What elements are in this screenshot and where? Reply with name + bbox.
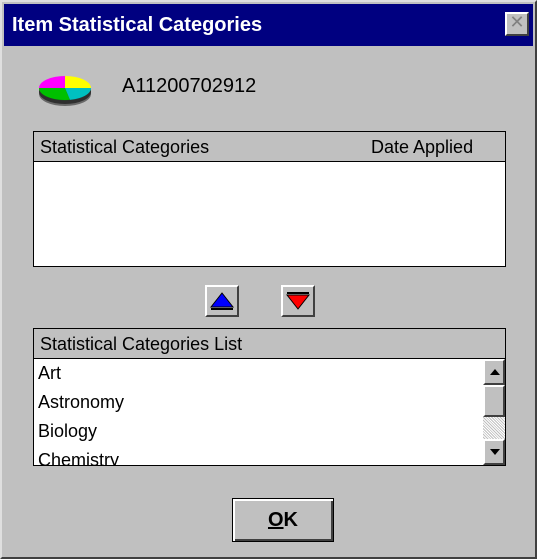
down-arrow-icon bbox=[286, 292, 310, 310]
category-items: Art Astronomy Biology Chemistry bbox=[38, 361, 478, 465]
window-title: Item Statistical Categories bbox=[12, 14, 263, 36]
list-item-astronomy[interactable]: Astronomy bbox=[38, 390, 478, 419]
grid-header: Statistical Categories Date Applied bbox=[34, 132, 505, 162]
scroll-up-icon bbox=[490, 369, 500, 375]
move-up-button[interactable] bbox=[205, 285, 239, 317]
scroll-up-button[interactable] bbox=[483, 359, 505, 385]
title-bar[interactable]: Item Statistical Categories ✕ bbox=[4, 4, 533, 46]
column-header-category[interactable]: Statistical Categories bbox=[40, 136, 209, 158]
item-statistical-categories-dialog: Item Statistical Categories ✕ A112007029… bbox=[0, 0, 537, 559]
move-down-button[interactable] bbox=[281, 285, 315, 317]
list-item-biology[interactable]: Biology bbox=[38, 419, 478, 448]
scroll-down-button[interactable] bbox=[483, 439, 505, 465]
up-arrow-icon bbox=[210, 292, 234, 310]
scroll-down-icon bbox=[490, 449, 500, 455]
list-item-art[interactable]: Art bbox=[38, 361, 478, 390]
list-header-label: Statistical Categories List bbox=[40, 334, 243, 354]
column-header-date-applied[interactable]: Date Applied bbox=[371, 136, 473, 158]
close-button[interactable]: ✕ bbox=[505, 12, 529, 36]
scroll-thumb[interactable] bbox=[483, 385, 505, 417]
scroll-track[interactable] bbox=[483, 417, 505, 439]
close-icon: ✕ bbox=[509, 12, 525, 33]
list-item-chemistry[interactable]: Chemistry bbox=[38, 448, 478, 465]
ok-label-rest: K bbox=[283, 509, 298, 531]
vertical-scrollbar[interactable] bbox=[483, 359, 505, 465]
applied-categories-grid[interactable]: Statistical Categories Date Applied bbox=[33, 131, 506, 267]
statistical-categories-list[interactable]: Statistical Categories List Art Astronom… bbox=[33, 328, 506, 466]
ok-button[interactable]: OK bbox=[232, 498, 334, 542]
pie-chart-icon bbox=[38, 76, 92, 106]
ok-mnemonic: O bbox=[267, 509, 284, 531]
item-barcode: A11200702912 bbox=[122, 75, 257, 97]
list-header: Statistical Categories List bbox=[34, 329, 505, 359]
